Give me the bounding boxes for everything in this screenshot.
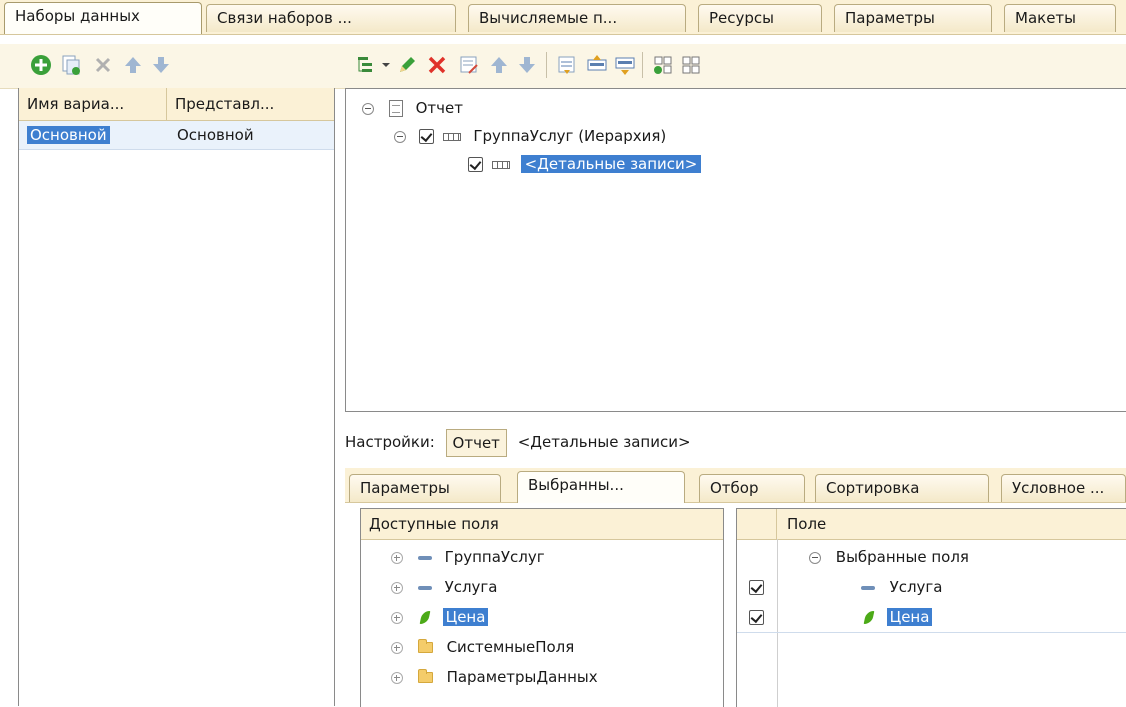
move-down-icon-2[interactable] <box>516 54 538 76</box>
detail-checkbox[interactable] <box>468 157 483 172</box>
list-item[interactable]: Услуга <box>737 572 1126 602</box>
tab-layouts[interactable]: Макеты <box>1004 4 1116 32</box>
settings-report-button[interactable]: Отчет <box>445 428 507 457</box>
column-field[interactable]: Поле <box>779 509 1079 539</box>
move-up-icon[interactable] <box>122 54 144 76</box>
field-label: Услуга <box>444 578 498 596</box>
settings-line: Настройки: Отчет <Детальные записи> <box>345 422 691 462</box>
report-settings-icon[interactable] <box>556 54 578 76</box>
expand-icon[interactable] <box>391 611 403 624</box>
settings-tab-bar: Параметры Выбранны... Отбор Сортировка У… <box>345 468 1126 503</box>
column-variant-name[interactable]: Имя вариа... <box>19 88 167 120</box>
variants-grid: Имя вариа... Представл... Основной Основ… <box>18 88 335 706</box>
list-item[interactable]: СистемныеПоля <box>361 632 723 662</box>
tab-sorting[interactable]: Сортировка <box>815 474 989 502</box>
properties-icon[interactable] <box>458 54 480 76</box>
expand-icon[interactable] <box>391 671 403 684</box>
variant-repr-cell[interactable]: Основной <box>169 121 334 149</box>
field-icon <box>860 585 875 590</box>
field-icon <box>417 555 432 560</box>
report-icon <box>388 100 403 117</box>
list-item[interactable]: Цена <box>737 602 1126 633</box>
field-label: ПараметрыДанных <box>446 668 598 686</box>
field-label: Цена <box>442 608 489 626</box>
selected-fields-panel: Поле Выбранные поля Услуга Цена <box>736 508 1126 707</box>
structure-remove-icon[interactable] <box>680 54 702 76</box>
tab-datasets[interactable]: Наборы данных <box>4 2 202 34</box>
settings-current-element: <Детальные записи> <box>517 433 691 451</box>
tree-row-detail[interactable]: <Детальные записи> <box>468 151 702 177</box>
grouping-icon <box>442 132 461 141</box>
collapse-icon-2[interactable] <box>394 130 406 143</box>
add-grouping-icon[interactable] <box>356 54 378 76</box>
list-item[interactable]: ГруппаУслуг <box>361 542 723 572</box>
list-item[interactable]: Цена <box>361 602 723 632</box>
tree-report-label: Отчет <box>415 99 463 117</box>
field-label: Услуга <box>889 578 943 596</box>
expand-icon[interactable] <box>391 581 403 594</box>
move-down-icon[interactable] <box>150 54 172 76</box>
tab-filter[interactable]: Отбор <box>699 474 805 502</box>
edit-pencil-icon[interactable] <box>396 54 418 76</box>
checkbox-column-header <box>737 509 777 539</box>
grouping-icon-2 <box>491 160 510 169</box>
variant-name-cell[interactable]: Основной <box>19 121 167 149</box>
selected-field-checkbox[interactable] <box>749 610 764 625</box>
delete-icon[interactable] <box>426 54 448 76</box>
copy-variant-icon[interactable] <box>60 54 82 76</box>
resource-leaf-icon <box>863 611 875 624</box>
tree-row-report[interactable]: Отчет <box>362 95 463 121</box>
group-checkbox[interactable] <box>418 129 434 144</box>
tab-resources[interactable]: Ресурсы <box>698 4 822 32</box>
collapse-icon-3[interactable] <box>809 551 821 564</box>
tree-detail-label: <Детальные записи> <box>520 155 702 173</box>
variants-grid-header: Имя вариа... Представл... <box>19 88 334 121</box>
settings-label: Настройки: <box>345 433 435 451</box>
tab-calculated-fields[interactable]: Вычисляемые п... <box>468 4 686 32</box>
list-item[interactable]: ПараметрыДанных <box>361 662 723 692</box>
field-label: ГруппаУслуг <box>444 548 545 566</box>
selected-root-label: Выбранные поля <box>835 548 969 566</box>
delete-variant-icon[interactable] <box>92 54 114 76</box>
available-fields-panel: Доступные поля ГруппаУслуг Услуга Цена С… <box>360 508 724 707</box>
folder-icon <box>417 639 433 653</box>
toolbar-separator <box>546 52 547 78</box>
available-fields-header: Доступные поля <box>361 509 723 540</box>
grouping-down-icon[interactable] <box>614 54 636 76</box>
top-tab-bar: Наборы данных Связи наборов ... Вычисляе… <box>0 0 1126 35</box>
toolbar <box>0 44 1126 89</box>
field-icon <box>417 585 432 590</box>
folder-icon <box>417 669 433 683</box>
dropdown-arrow-icon[interactable] <box>380 54 392 76</box>
field-label: Цена <box>886 608 933 626</box>
expand-icon[interactable] <box>391 551 403 564</box>
expand-icon[interactable] <box>391 641 403 654</box>
tab-conditional-format[interactable]: Условное ... <box>1001 474 1126 502</box>
tab-dataset-links[interactable]: Связи наборов ... <box>206 4 456 32</box>
tab-parameters-settings[interactable]: Параметры <box>349 474 501 502</box>
structure-tree: Отчет ГруппаУслуг (Иерархия) <Детальные … <box>345 88 1126 412</box>
variant-name-text: Основной <box>27 126 110 144</box>
tab-selected-fields[interactable]: Выбранны... <box>517 471 685 503</box>
column-representation[interactable]: Представл... <box>167 88 334 120</box>
resource-leaf-icon <box>419 611 431 624</box>
toolbar-separator-2 <box>642 52 643 78</box>
tree-row-group[interactable]: ГруппаУслуг (Иерархия) <box>394 123 666 149</box>
grouping-up-icon[interactable] <box>586 54 608 76</box>
structure-add-icon[interactable] <box>652 54 674 76</box>
move-up-icon-2[interactable] <box>488 54 510 76</box>
field-label: СистемныеПоля <box>446 638 575 656</box>
selected-fields-header: Поле <box>737 509 1126 540</box>
add-variant-icon[interactable] <box>30 54 52 76</box>
list-item[interactable]: Выбранные поля <box>737 542 1126 572</box>
collapse-icon[interactable] <box>362 102 374 115</box>
available-fields-title[interactable]: Доступные поля <box>361 509 723 539</box>
tab-parameters[interactable]: Параметры <box>834 4 992 32</box>
selected-field-checkbox[interactable] <box>749 580 764 595</box>
tree-group-label: ГруппаУслуг (Иерархия) <box>473 127 667 145</box>
list-item[interactable]: Услуга <box>361 572 723 602</box>
